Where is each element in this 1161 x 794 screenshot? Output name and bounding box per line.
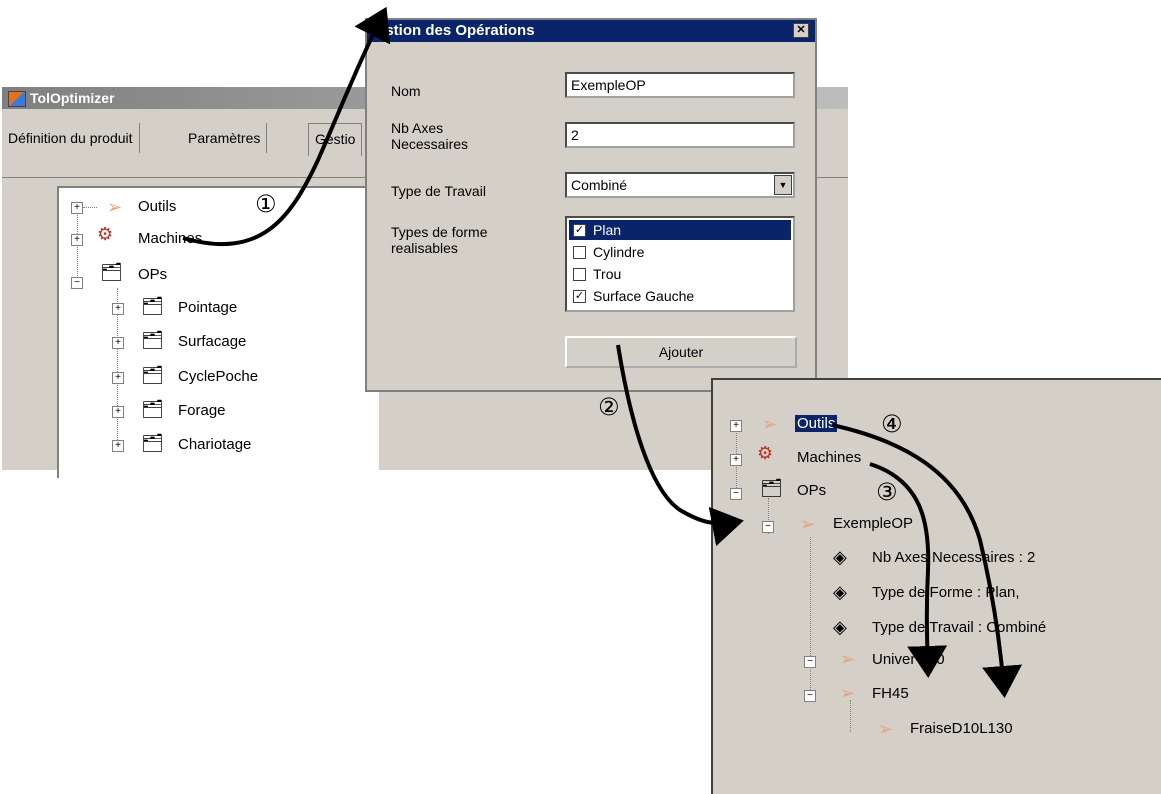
callout-1: ①	[255, 190, 277, 218]
arrow-4	[831, 423, 1023, 698]
arrow-1	[182, 6, 391, 247]
callout-2: ②	[598, 393, 620, 421]
callout-4: ④	[881, 410, 903, 438]
arrow-2	[616, 344, 744, 547]
callout-3: ③	[876, 478, 898, 506]
annotation-arrows	[182, 6, 1023, 698]
